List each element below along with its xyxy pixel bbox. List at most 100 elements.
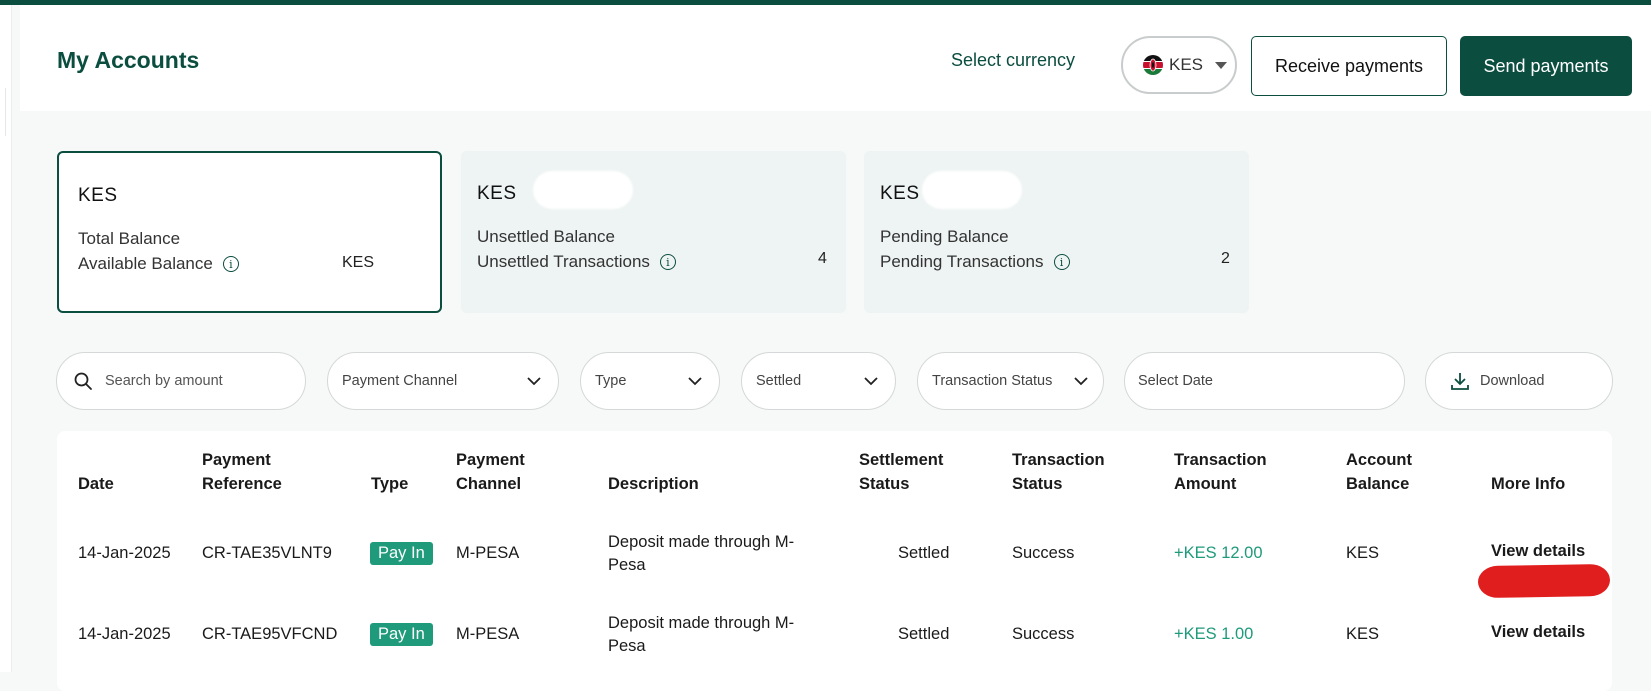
header-line: Payment	[202, 451, 271, 469]
card-label: Total Balance	[78, 229, 181, 248]
header-account-balance: Account Balance	[1346, 448, 1412, 496]
chevron-down-icon	[1074, 377, 1088, 386]
settled-dropdown[interactable]: Settled	[741, 352, 896, 410]
card-sublabel: Unsettled Transactions i	[477, 252, 676, 272]
redacted-amount	[533, 171, 633, 209]
cell-status: Success	[1012, 544, 1075, 562]
cell-settlement: Settled	[898, 544, 950, 562]
info-icon[interactable]: i	[659, 254, 676, 270]
pending-balance-card[interactable]: KES Pending Balance Pending Transactions…	[864, 151, 1249, 313]
total-balance-card[interactable]: KES Total Balance Available Balance i KE…	[57, 151, 442, 313]
cell-channel: M-PESA	[456, 625, 520, 643]
header-payment-reference: Payment Reference	[202, 448, 282, 496]
type-badge: Pay In	[370, 623, 433, 646]
date-picker[interactable]: Select Date	[1124, 352, 1405, 410]
header-line: Account	[1346, 451, 1412, 469]
download-button[interactable]: Download	[1425, 352, 1613, 410]
card-value: 2	[1221, 250, 1230, 267]
type-badge: Pay In	[370, 542, 433, 565]
chevron-down-icon	[527, 377, 541, 386]
header-type: Type	[371, 475, 409, 493]
card-currency: KES	[477, 183, 517, 204]
card-value: 4	[818, 250, 827, 267]
header-date: Date	[78, 475, 114, 493]
card-value: KES	[342, 254, 375, 271]
cell-channel: M-PESA	[456, 544, 520, 562]
card-sublabel-text: Unsettled Transactions	[477, 252, 650, 271]
cell-date: 14-Jan-2025	[78, 625, 171, 643]
sidebar-toggle[interactable]	[0, 88, 6, 136]
header-transaction-status: Transaction Status	[1012, 448, 1105, 496]
cell-balance: KES	[1346, 625, 1380, 643]
header-settlement-status: Settlement Status	[859, 448, 943, 496]
payment-channel-dropdown[interactable]: Payment Channel	[327, 352, 559, 410]
header-description: Description	[608, 475, 699, 493]
header-line: Reference	[202, 475, 282, 493]
select-date-label: Select Date	[1138, 373, 1213, 389]
view-details-link[interactable]: View details	[1491, 542, 1585, 561]
red-scribble-redaction	[1477, 563, 1611, 599]
header-line: Amount	[1174, 475, 1237, 493]
kenya-flag-icon	[1143, 55, 1163, 75]
header-line: Transaction	[1174, 451, 1267, 469]
card-sublabel-text: Pending Transactions	[880, 252, 1044, 271]
search-icon	[74, 372, 92, 390]
description-line: Pesa	[608, 637, 646, 655]
info-icon[interactable]: i	[1053, 254, 1070, 270]
cell-date: 14-Jan-2025	[78, 544, 171, 562]
currency-value: KES	[1169, 55, 1204, 74]
chevron-down-icon	[688, 377, 702, 386]
settled-label: Settled	[756, 373, 802, 389]
cell-status: Success	[1012, 625, 1075, 643]
download-icon	[1451, 373, 1469, 390]
header-line: Balance	[1346, 475, 1410, 493]
header-line: Settlement	[859, 451, 944, 469]
cell-description: Deposit made through M- Pesa	[608, 531, 794, 577]
view-details-link[interactable]: View details	[1491, 623, 1585, 642]
header-line: Status	[859, 475, 910, 493]
select-currency-label: Select currency	[951, 50, 1076, 70]
download-label: Download	[1480, 373, 1545, 389]
cell-reference: CR-TAE35VLNT9	[202, 544, 332, 562]
type-dropdown[interactable]: Type	[580, 352, 720, 410]
chevron-down-icon	[864, 377, 878, 386]
send-payments-button[interactable]: Send payments	[1460, 36, 1632, 96]
page-title: My Accounts	[57, 47, 200, 73]
unsettled-balance-card[interactable]: KES Unsettled Balance Unsettled Transact…	[461, 151, 846, 313]
header-line: Payment	[456, 451, 525, 469]
card-sublabel: Pending Transactions i	[880, 252, 1070, 272]
payment-channel-label: Payment Channel	[342, 373, 458, 389]
search-filter[interactable]	[56, 352, 306, 410]
card-currency: KES	[78, 185, 118, 206]
header-more-info: More Info	[1491, 475, 1566, 493]
card-currency: KES	[880, 183, 920, 204]
transaction-status-label: Transaction Status	[932, 373, 1053, 389]
currency-select[interactable]: KES	[1121, 36, 1237, 94]
page-header: My Accounts Select currency KES Receive …	[20, 5, 1651, 111]
cell-balance: KES	[1346, 544, 1380, 562]
card-label: Pending Balance	[880, 227, 1009, 246]
description-line: Deposit made through M-	[608, 614, 795, 632]
description-line: Deposit made through M-	[608, 533, 795, 551]
cell-settlement: Settled	[898, 625, 950, 643]
receive-payments-button[interactable]: Receive payments	[1251, 36, 1447, 96]
header-payment-channel: Payment Channel	[456, 448, 525, 496]
cell-amount: +KES 12.00	[1174, 544, 1263, 562]
card-sublabel-text: Available Balance	[78, 254, 213, 273]
header-transaction-amount: Transaction Amount	[1174, 448, 1267, 496]
cell-reference: CR-TAE95VFCND	[202, 625, 338, 643]
header-line: Transaction	[1012, 451, 1105, 469]
caret-down-icon	[1215, 61, 1228, 69]
cell-amount: +KES 1.00	[1174, 625, 1254, 643]
cell-description: Deposit made through M- Pesa	[608, 612, 794, 658]
description-line: Pesa	[608, 556, 646, 574]
card-sublabel: Available Balance i	[78, 254, 239, 274]
card-label: Unsettled Balance	[477, 227, 615, 246]
info-icon[interactable]: i	[222, 256, 239, 272]
search-input[interactable]	[105, 373, 285, 389]
header-line: Channel	[456, 475, 522, 493]
redacted-amount	[922, 171, 1022, 209]
transaction-status-dropdown[interactable]: Transaction Status	[917, 352, 1104, 410]
header-line: Status	[1012, 475, 1063, 493]
type-label: Type	[595, 373, 627, 389]
